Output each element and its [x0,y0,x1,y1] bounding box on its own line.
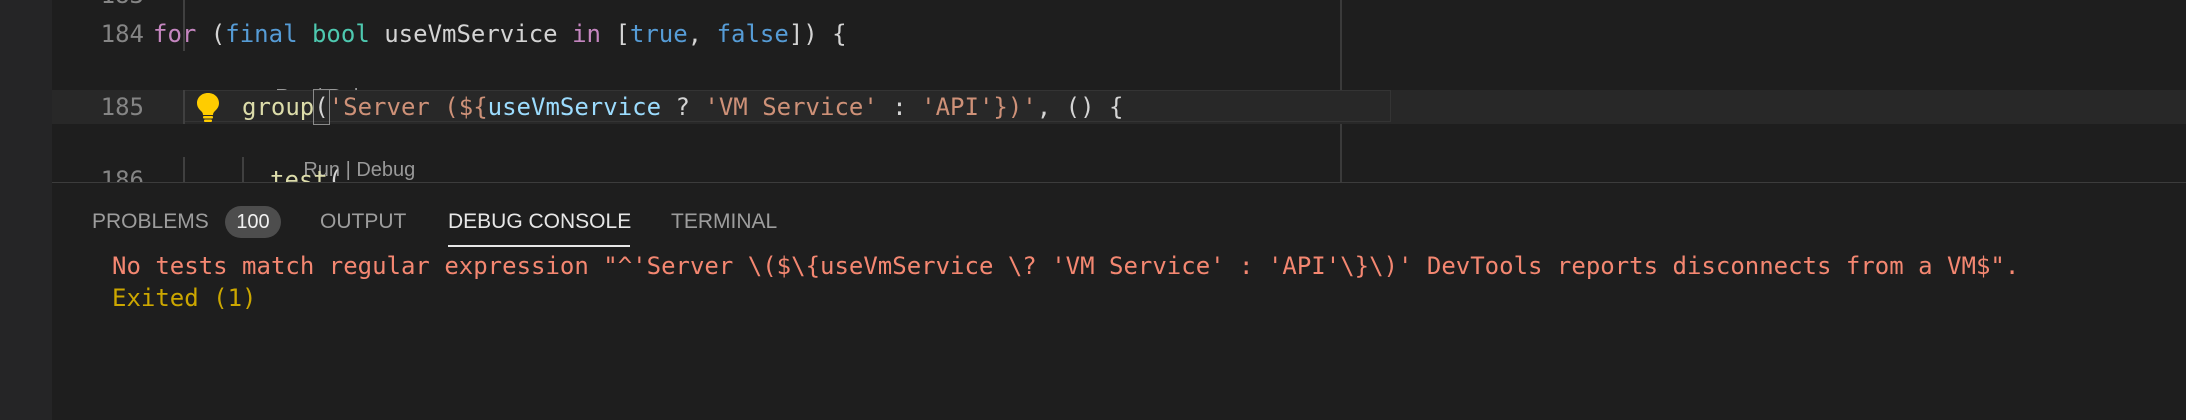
code-token: [ [600,20,630,48]
indent-guide [242,157,244,182]
bottom-panel: PROBLEMS 100 OUTPUT DEBUG CONSOLE TERMIN… [52,182,2186,420]
code-token: bool [311,20,370,48]
code-token: : [877,93,922,121]
code-line[interactable]: 183 [52,0,2186,12]
code-token: for [153,20,197,48]
code-token: group [242,93,315,121]
code-editor[interactable]: 183 184 for (final bool useVmService in … [52,0,2186,182]
console-error-message: No tests match regular expression "^'Ser… [112,252,2020,280]
code-text: for (final bool useVmService in [true, f… [153,17,847,51]
lightbulb-icon[interactable] [195,92,221,122]
code-token: in [572,20,601,48]
code-token: ( [313,89,330,125]
code-text: group('Server (${useVmService ? 'VM Serv… [242,89,1124,125]
indent-guide [183,90,185,124]
code-token: ( [327,166,343,182]
line-number: 184 [100,20,144,48]
code-token: ? [661,93,705,121]
line-number: 185 [100,93,144,121]
code-token: ]) { [788,20,847,48]
code-token: final [225,20,298,48]
code-line-current[interactable]: 185 group('Server (${useVmService ? 'VM … [52,89,2186,125]
code-token: 'Server (${ [328,93,488,121]
line-number: 183 [64,0,144,12]
code-token: , [687,20,717,48]
activity-bar [0,0,52,420]
code-token: 'API' [921,93,994,121]
tab-problems[interactable]: PROBLEMS [92,205,209,239]
code-token: true [629,20,688,48]
line-number: 186 [100,166,144,182]
problems-count-badge: 100 [225,206,281,238]
code-token: test [270,166,328,182]
code-text: test( [270,163,342,182]
tab-debug-console[interactable]: DEBUG CONSOLE [448,205,631,239]
console-exit-message: Exited (1) [112,284,257,312]
code-line[interactable]: 186 test( [52,157,2186,182]
code-token: })' [993,93,1037,121]
indent-guide [183,157,185,182]
active-tab-indicator [448,245,630,247]
code-token: 'VM Service' [704,93,878,121]
code-line[interactable]: 184 for (final bool useVmService in [tru… [52,0,2186,51]
code-token: ( [196,20,226,48]
code-token: useVmService [487,93,662,121]
tab-output[interactable]: OUTPUT [320,205,406,239]
code-token: false [716,20,789,48]
tab-terminal[interactable]: TERMINAL [671,205,777,239]
code-token: , () { [1036,93,1124,121]
code-token: useVmService [369,20,573,48]
vscode-window: 183 184 for (final bool useVmService in … [0,0,2186,420]
